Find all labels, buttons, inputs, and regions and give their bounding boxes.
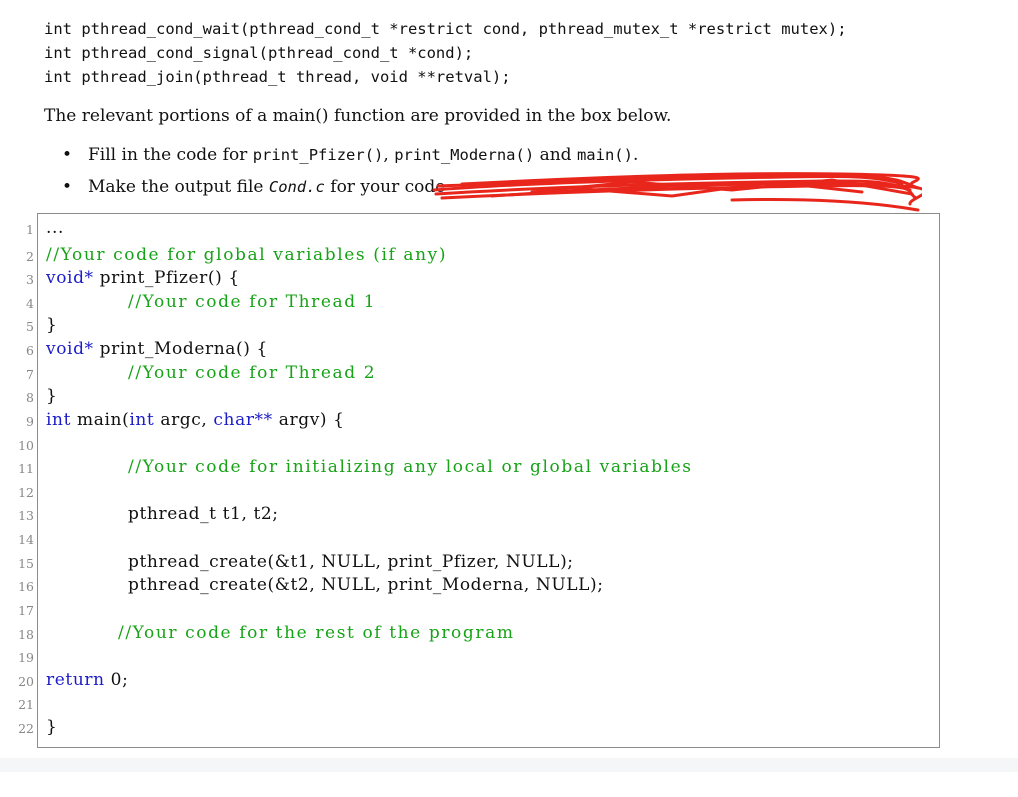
code-line: 8 } — [26, 386, 941, 409]
document-page: int pthread_cond_wait(pthread_cond_t *re… — [0, 0, 1018, 758]
code-comment: //Your code for Thread 2 — [128, 363, 377, 383]
code-line: 3 void* print_Pfizer() { — [26, 268, 941, 291]
bullet-output-file: Make the output file Cond.c for your cod… — [88, 177, 445, 197]
code-keyword: int — [46, 410, 72, 430]
code-line: 16 pthread_create(&t2, NULL, print_Moder… — [18, 575, 941, 598]
line-number: 8 — [26, 390, 34, 405]
code-ellipsis: ... — [46, 218, 65, 238]
page-bottom-band — [0, 758, 1018, 772]
line-number: 21 — [18, 697, 34, 712]
bullet-dot: • — [62, 177, 73, 197]
code-line: 11 //Your code for initializing any loca… — [18, 457, 941, 480]
code-text: return 0; — [46, 670, 128, 690]
bullet1-func-pfizer: print_Pfizer() — [252, 146, 384, 164]
signature-cond-wait: int pthread_cond_wait(pthread_cond_t *re… — [44, 20, 847, 38]
bullet1-func-main: main() — [576, 146, 633, 164]
code-line: 9 int main(int argc, char** argv) { — [26, 410, 941, 433]
code-text: void* print_Moderna() { — [46, 339, 268, 359]
bullet2-lead: Make the output file — [88, 177, 269, 197]
code-brace: } — [46, 315, 58, 335]
code-line: 2 //Your code for global variables (if a… — [26, 245, 941, 268]
code-line: 13 pthread_t t1, t2; — [18, 504, 941, 527]
code-declaration: pthread_t t1, t2; — [128, 504, 279, 524]
code-keyword: void* — [46, 339, 94, 359]
code-line: 20 return 0; — [18, 670, 941, 693]
signature-join: int pthread_join(pthread_t thread, void … — [44, 68, 511, 86]
line-number: 3 — [26, 272, 34, 287]
code-line: 21 — [18, 693, 941, 716]
line-number: 13 — [18, 508, 34, 523]
code-line: 6 void* print_Moderna() { — [26, 339, 941, 362]
line-number: 17 — [18, 603, 34, 618]
code-line: 17 — [18, 599, 941, 622]
line-number: 15 — [18, 556, 34, 571]
line-number: 2 — [26, 249, 34, 264]
code-comment: //Your code for the rest of the program — [118, 623, 515, 643]
line-number: 19 — [18, 650, 34, 665]
bullet-dot: • — [62, 145, 73, 165]
code-line: 1 ... — [26, 218, 941, 241]
bullet2-tail: for your code — [324, 177, 446, 197]
code-comment: //Your code for Thread 1 — [128, 292, 377, 312]
bullet-fill-code: Fill in the code for print_Pfizer(), pri… — [88, 145, 638, 165]
code-line: 12 — [18, 481, 941, 504]
signature-cond-signal: int pthread_cond_signal(pthread_cond_t *… — [44, 44, 474, 62]
line-number: 20 — [18, 674, 34, 689]
code-line: 15 pthread_create(&t1, NULL, print_Pfize… — [18, 552, 941, 575]
line-number: 18 — [18, 627, 34, 642]
code-signature: print_Pfizer() { — [93, 268, 240, 288]
line-number: 22 — [18, 721, 34, 736]
bullet1-tail: . — [632, 145, 639, 165]
bullet1-sep2: and — [534, 145, 577, 165]
line-number: 12 — [18, 485, 34, 500]
code-line: 5 } — [26, 315, 941, 338]
code-brace: } — [46, 386, 58, 406]
line-number: 14 — [18, 532, 34, 547]
code-line: 19 — [18, 646, 941, 669]
line-number: 1 — [26, 222, 34, 237]
code-listing-box: 1 ... 2 //Your code for global variables… — [18, 213, 941, 748]
code-signature: print_Moderna() { — [93, 339, 268, 359]
code-line: 18 //Your code for the rest of the progr… — [18, 623, 941, 646]
bullet2-filename: Cond.c — [268, 178, 325, 196]
code-keyword: char** — [213, 410, 273, 430]
line-number: 7 — [26, 367, 34, 382]
code-brace: } — [46, 717, 58, 737]
line-number: 5 — [26, 319, 34, 334]
code-comment: //Your code for initializing any local o… — [128, 457, 693, 477]
code-pthread-create: pthread_create(&t1, NULL, print_Pfizer, … — [128, 552, 574, 572]
bullet1-lead: Fill in the code for — [88, 145, 253, 165]
code-keyword: void* — [46, 268, 94, 288]
line-number: 11 — [18, 461, 34, 476]
code-text: argc, — [154, 410, 214, 430]
code-text: argv) { — [272, 410, 345, 430]
code-keyword: return — [46, 670, 105, 690]
line-number: 16 — [18, 579, 34, 594]
code-text: int main(int argc, char** argv) { — [46, 410, 345, 430]
red-redaction-scribble — [432, 172, 922, 212]
code-line: 14 — [18, 528, 941, 551]
code-text: main( — [71, 410, 130, 430]
line-number: 10 — [18, 438, 34, 453]
code-text: void* print_Pfizer() { — [46, 268, 240, 288]
code-comment: //Your code for global variables (if any… — [46, 245, 448, 265]
code-keyword: int — [129, 410, 155, 430]
code-text: 0; — [104, 670, 129, 690]
code-line: 7 //Your code for Thread 2 — [26, 363, 941, 386]
code-pthread-create: pthread_create(&t2, NULL, print_Moderna,… — [128, 575, 604, 595]
line-number: 4 — [26, 296, 34, 311]
intro-paragraph: The relevant portions of a main() functi… — [44, 106, 672, 126]
code-line: 22 } — [18, 717, 941, 740]
code-line: 10 — [18, 434, 941, 457]
line-number: 6 — [26, 343, 34, 358]
bullet1-sep1: , — [383, 145, 395, 165]
bullet1-func-moderna: print_Moderna() — [394, 146, 535, 164]
code-line: 4 //Your code for Thread 1 — [26, 292, 941, 315]
line-number: 9 — [26, 414, 34, 429]
